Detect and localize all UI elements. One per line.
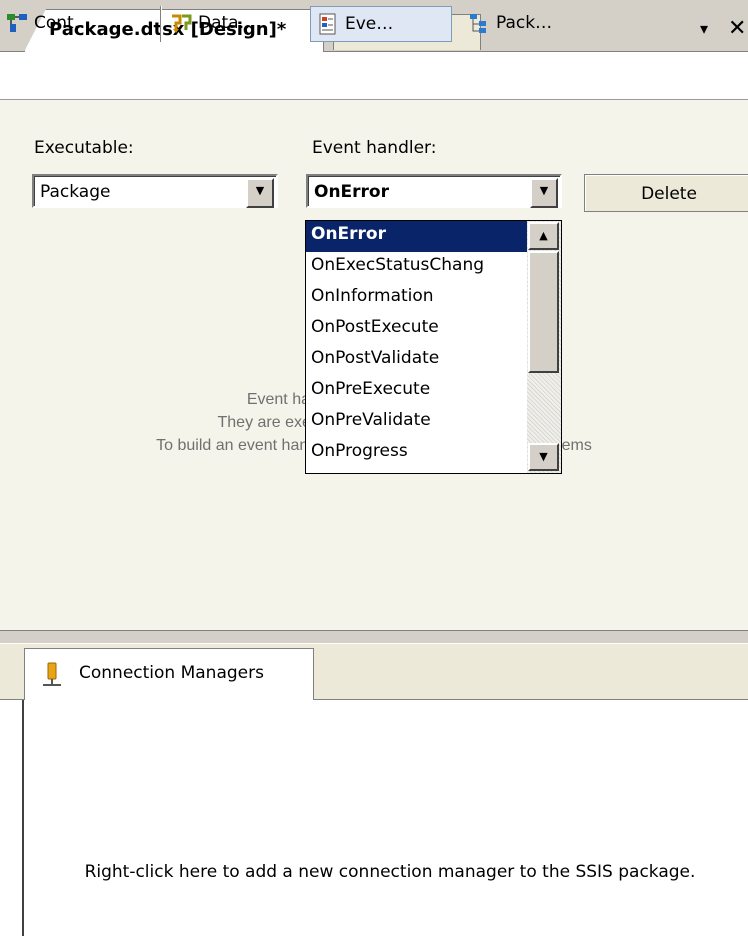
tab-control-flow[interactable]: Cont… [0, 6, 150, 42]
tab-package-explorer[interactable]: Pack… [462, 6, 612, 42]
dropdown-item-onpostexecute[interactable]: OnPostExecute [306, 314, 528, 345]
event-handler-label: Event handler: [312, 138, 437, 158]
dropdown-list: OnError OnExecStatusChang OnInformation … [306, 221, 528, 469]
scroll-down-icon[interactable]: ▼ [528, 443, 559, 471]
tab-separator [160, 6, 162, 42]
dropdown-item-onpostvalidate[interactable]: OnPostValidate [306, 345, 528, 376]
connection-managers-tab-label: Connection Managers [79, 663, 264, 683]
tab-label: Cont… [34, 13, 91, 33]
tab-label: Pack… [496, 13, 553, 33]
close-icon[interactable]: ✕ [728, 16, 746, 41]
event-handler-select[interactable]: OnError ▼ [306, 174, 562, 208]
connection-managers-area[interactable] [22, 700, 748, 936]
data-flow-icon [172, 14, 192, 33]
tab-label: Eve… [345, 14, 394, 34]
executable-label: Executable: [34, 138, 134, 158]
connection-managers-hint: Right-click here to add a new connection… [84, 862, 696, 882]
tab-data-flow[interactable]: Data… [164, 6, 304, 42]
chevron-down-icon[interactable]: ▼ [530, 178, 558, 208]
scroll-up-icon[interactable]: ▲ [528, 222, 559, 250]
tab-connection-managers[interactable]: Connection Managers [24, 648, 314, 700]
executable-value: Package [40, 182, 111, 202]
dropdown-item-onerror[interactable]: OnError [306, 221, 528, 252]
event-handlers-icon [319, 13, 336, 35]
event-handler-value: OnError [314, 182, 389, 202]
chevron-down-icon[interactable]: ▼ [246, 178, 274, 208]
dropdown-item-oninformation[interactable]: OnInformation [306, 283, 528, 314]
executable-select[interactable]: Package ▼ [32, 174, 278, 208]
scroll-thumb[interactable] [528, 251, 559, 373]
tab-event-handlers[interactable]: Eve… [310, 6, 452, 42]
connection-manager-icon [43, 662, 61, 686]
package-explorer-icon [470, 14, 486, 33]
event-handler-dropdown[interactable]: OnError OnExecStatusChang OnInformation … [305, 220, 562, 474]
tab-menu-chevron-icon[interactable]: ▾ [700, 19, 708, 38]
pane-splitter[interactable] [0, 630, 748, 644]
dropdown-item-onpreexecute[interactable]: OnPreExecute [306, 376, 528, 407]
dropdown-item-onprevalidate[interactable]: OnPreValidate [306, 407, 528, 438]
control-flow-icon [7, 14, 27, 32]
tab-label: Data… [198, 13, 256, 33]
dropdown-item-onexecstatuschanged[interactable]: OnExecStatusChang [306, 252, 528, 283]
delete-button[interactable]: Delete [584, 174, 748, 212]
dropdown-scrollbar[interactable]: ▲ ▼ [527, 221, 561, 473]
dropdown-item-onprogress[interactable]: OnProgress [306, 438, 528, 469]
designer-tab-strip [0, 52, 748, 100]
